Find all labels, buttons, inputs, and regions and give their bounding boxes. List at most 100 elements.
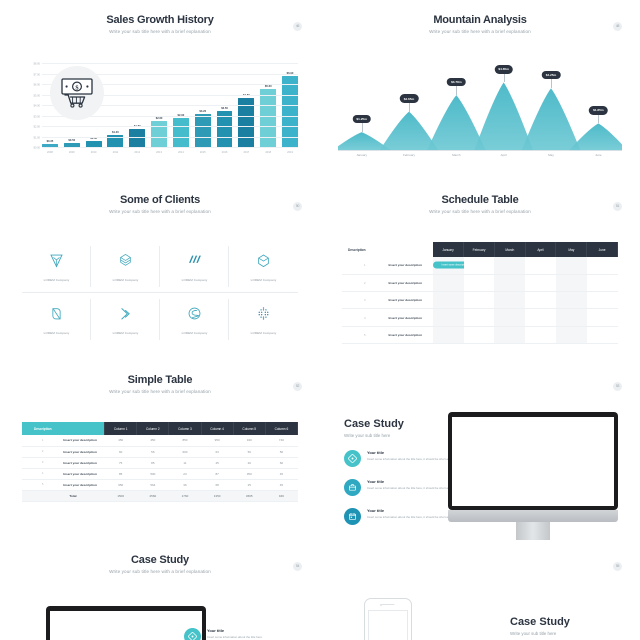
feature-body: Insert some information about the title … [367,485,458,490]
table-row[interactable]: 1 Insert your description Insert some desc… [342,257,618,275]
table-row[interactable]: 2Insert your descriptionInsert some desc… [342,274,618,293]
table-cell: 36 [168,479,202,491]
mountain-peak [474,82,534,151]
laptop-display-area [50,611,202,640]
y-axis-tick-label: $8.00 [33,62,41,66]
table-cell: 340 [233,435,266,447]
table-row[interactable]: 3Insert your descriptionInsert some desc… [342,291,618,310]
slide-case-study-phone[interactable]: 55 Case Study Write your sub title here … [320,540,640,640]
y-axis-tick-label: $1.00 [33,136,41,139]
page-subtitle: Write your sub title here [510,631,557,636]
schedule-cell: Insert some description [432,326,618,345]
bar [216,111,233,148]
row-description: Insert your description [63,435,105,447]
total-cell: 2560 [136,490,169,502]
table-row[interactable]: 4Insert your descriptionInsert some desc… [342,308,618,327]
bar-column: $1.20 [107,64,124,148]
schedule-cell: Insert some description [432,291,587,310]
peak-value-label: $1.25m [352,114,371,124]
bar [151,120,167,148]
client-name: LOREM Company [250,277,277,282]
slide-sales-growth-history[interactable]: 46 Sales Growth History Write your sub t… [0,0,320,180]
table-cell: 850 [168,435,202,447]
column-header: March [494,242,526,257]
peak-value-label: $3.78m [447,77,466,87]
row-number: 3 [342,291,388,310]
table-cell: 87 [201,468,234,480]
client-cell[interactable]: LOREM Company [91,240,160,293]
page-subtitle: Write your sub title here with a brief e… [109,569,211,574]
schedule-cell [525,274,556,293]
column-header: Description [342,242,433,257]
label-stem [598,114,599,124]
bar-value-label: $5.60 [264,85,272,89]
client-cell[interactable]: LOREM Company [22,240,91,293]
feature-body: Insert some information about the title … [367,456,458,461]
slanted-bars-icon [186,252,203,274]
table-cell: 68 [201,479,234,491]
open-box-icon [255,252,272,274]
page-title: Case Study [131,554,189,566]
client-cell[interactable]: LOREM Company [91,293,160,346]
client-cell[interactable]: LOREM Company [22,293,91,346]
slide-some-of-clients[interactable]: 50 Some of Clients Write your sub title … [0,180,320,360]
table-cell: 950 [201,435,234,447]
phone-camera [379,604,382,606]
layered-cube-icon [117,252,134,274]
leaf-loop-icon [48,305,65,327]
schedule-cell: Insert some description [432,257,476,275]
row-description: Insert your description [63,468,105,480]
table-row[interactable]: 4 Insert your description 85 500 23 87 350 45 [22,468,298,480]
feature-title: Your title [367,508,385,513]
slide-schedule-table[interactable]: 51 Schedule Table Write your sub title h… [320,180,640,360]
case-study-feature-list: Your title Insert some information about … [344,450,464,525]
table-cell: 950 [104,479,137,491]
bar [260,89,277,148]
schedule-gantt: Description January February March April May J… [342,242,618,345]
mountain-peak [426,95,486,151]
mountain-chart: $1.25m January $2.65m February $3.78m March $4… [338,62,622,164]
table-cell: 500 [136,468,169,480]
table-row[interactable]: 5Insert your descriptionInsert some desc… [342,326,618,345]
client-cell[interactable]: LOREM Company [229,293,298,346]
client-cell[interactable]: LOREM Company [160,240,229,293]
table-cell: 23 [168,468,202,480]
column-header: June [586,242,618,257]
table-row[interactable]: 3 Insert your description 75 85 11 45 20 60 [22,457,298,469]
schedule-cell [525,291,556,310]
chevron-arrow-icon [117,305,134,327]
table-cell: 56 [233,446,266,458]
client-name: LOREM Company [43,277,70,282]
table-cell: 740 [265,435,298,447]
total-label: Total [63,490,105,502]
schedule-cell [494,326,526,345]
x-axis-tick-label: 2009 [68,151,75,154]
table-row[interactable]: 2 Insert your description 60 56 600 63 56 56 [22,446,298,458]
x-axis-tick-label: 2010 [90,151,97,154]
row-description: Insert your description [387,308,433,327]
x-axis-tick-label: 2008 [47,151,53,154]
imac-mockup [448,412,618,540]
table-cell: 20 [233,457,266,469]
grid-line [42,136,298,138]
client-cell[interactable]: LOREM Company [229,240,298,293]
money-cart-icon: $ [50,66,104,120]
slide-case-study-imac[interactable]: 53 Case Study Write your sub title here … [320,360,640,540]
grid-line [42,63,298,64]
table-row[interactable]: 1 Insert your description 450 450 850 950 340 7… [22,435,298,447]
slide-simple-table[interactable]: 52 Simple Table Write your sub title her… [0,360,320,540]
client-cell[interactable]: LOREM Company [160,293,229,346]
x-axis-tick-label: 2012 [134,151,141,154]
slide-mountain-analysis[interactable]: 48 Mountain Analysis Write your sub titl… [320,0,640,180]
row-description: Insert your description [387,291,433,310]
slide-case-study-laptop[interactable]: 54 Case Study Write your sub title here … [0,540,320,640]
bar-column: $2.90 [172,64,189,148]
case-study-text-block: Case Study Write your sub title here You… [344,418,464,525]
page-number-badge: 50 [293,202,302,211]
row-number: 5 [22,479,64,491]
case-study-feature-item: Your title Insert some information about… [184,628,302,640]
table-row[interactable]: 5 Insert your description 950 564 36 68 25 45 [22,479,298,491]
case-study-feature-item: Your title Insert some information about … [344,479,464,496]
schedule-cell [463,291,495,310]
row-number: 4 [342,308,388,327]
